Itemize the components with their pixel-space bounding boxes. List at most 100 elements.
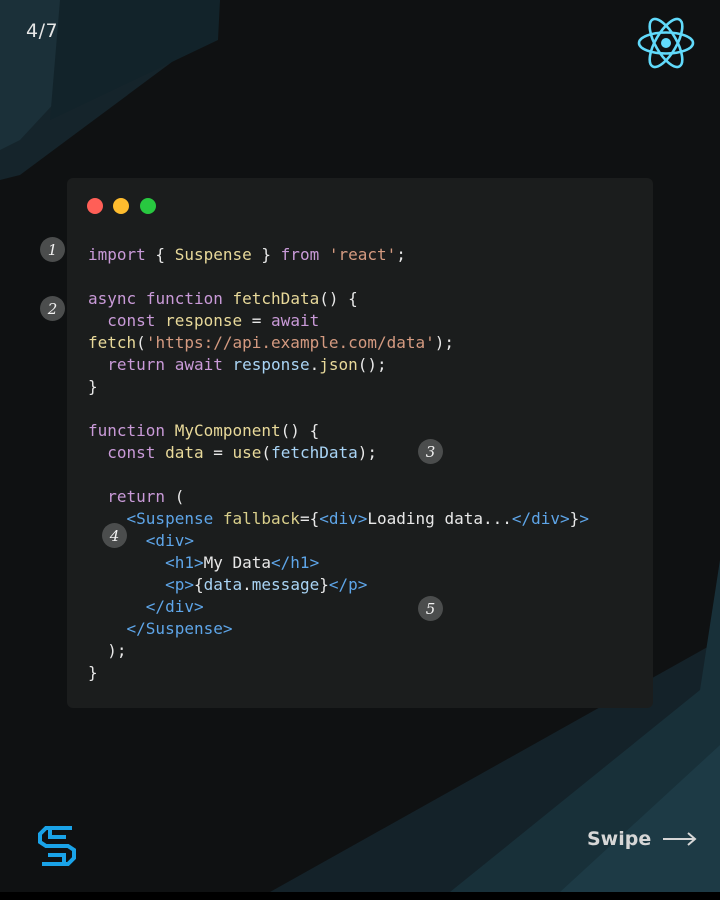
window-close-dot	[87, 198, 103, 214]
code-token: </div>	[511, 509, 570, 528]
code-line: fetch('https://api.example.com/data');	[88, 332, 589, 354]
code-token: ;	[396, 245, 406, 264]
code-token: .	[309, 355, 320, 374]
code-token: response	[165, 311, 243, 330]
code-token: fetchData	[271, 443, 358, 462]
code-token: return	[107, 355, 166, 374]
arrow-right-icon	[663, 832, 697, 846]
code-line: </div>	[88, 596, 589, 618]
code-token: from	[280, 245, 320, 264]
code-token: }	[251, 245, 281, 264]
code-line: }	[88, 662, 589, 684]
code-token: }	[88, 377, 98, 396]
step-badge-3: 3	[418, 439, 443, 464]
step-badge-2: 2	[40, 296, 65, 321]
brand-logo-icon	[38, 826, 76, 866]
code-token: Suspense	[174, 245, 252, 264]
bottom-bar	[0, 892, 720, 900]
code-line: );	[88, 640, 589, 662]
react-logo-icon	[637, 17, 695, 69]
code-token: (	[136, 333, 146, 352]
code-token: </Suspense>	[126, 619, 233, 638]
code-token: await	[271, 311, 320, 330]
code-token: <h1>	[165, 553, 204, 572]
swipe-label: Swipe	[587, 828, 652, 850]
code-block: import { Suspense } from 'react'; async f…	[88, 244, 589, 684]
code-token: const	[107, 443, 156, 462]
code-token: .	[242, 575, 252, 594]
code-token: MyComponent	[174, 421, 281, 440]
code-token: fetch	[88, 333, 137, 352]
code-line: <Suspense fallback={<div>Loading data...…	[88, 508, 589, 530]
code-token: }	[88, 663, 98, 682]
code-token: (	[261, 443, 272, 462]
code-line: <p>{data.message}</p>	[88, 574, 589, 596]
code-token: message	[251, 575, 320, 594]
code-token: data	[165, 443, 204, 462]
code-token: );	[88, 641, 127, 660]
code-token: use	[232, 443, 262, 462]
code-token: () {	[319, 289, 358, 308]
code-token: </div>	[145, 597, 204, 616]
code-token: </p>	[328, 575, 368, 594]
code-line: }	[88, 376, 589, 398]
code-token: ();	[357, 355, 387, 374]
code-token: );	[434, 333, 455, 352]
code-window: import { Suspense } from 'react'; async f…	[67, 178, 653, 708]
swipe-hint[interactable]: Swipe	[587, 828, 697, 850]
code-token: const	[107, 311, 156, 330]
code-token: response	[232, 355, 310, 374]
code-token: Loading data...	[367, 509, 512, 528]
code-token: <Suspense	[126, 509, 214, 528]
code-token: >	[579, 509, 589, 528]
code-token: return	[107, 487, 166, 506]
code-token: );	[357, 443, 378, 462]
code-token: {	[193, 575, 204, 594]
window-minimize-dot	[113, 198, 129, 214]
code-line: async function fetchData() {	[88, 288, 589, 310]
code-token: (	[165, 487, 185, 506]
code-token: import	[88, 245, 146, 264]
code-line: function MyComponent() {	[88, 420, 589, 442]
code-line: const data = use(fetchData);	[88, 442, 589, 464]
window-maximize-dot	[140, 198, 156, 214]
step-badge-4: 4	[102, 523, 127, 548]
code-token: My Data	[203, 553, 272, 572]
code-line: <div>	[88, 530, 589, 552]
code-token: 'react'	[328, 245, 397, 264]
code-token: data	[203, 575, 243, 594]
code-line: import { Suspense } from 'react';	[88, 244, 589, 266]
code-token: fetchData	[232, 289, 320, 308]
code-token: <div>	[145, 531, 194, 550]
code-token: =	[203, 443, 233, 462]
code-token: () {	[280, 421, 320, 440]
code-token: function	[145, 289, 223, 308]
code-token: await	[174, 355, 223, 374]
code-token: ={	[299, 509, 320, 528]
code-token: async	[88, 289, 137, 308]
code-token: fallback	[222, 509, 300, 528]
code-token: json	[319, 355, 358, 374]
code-line: <h1>My Data</h1>	[88, 552, 589, 574]
code-line: const response = await	[88, 310, 589, 332]
code-line: return await response.json();	[88, 354, 589, 376]
code-token: <div>	[319, 509, 368, 528]
